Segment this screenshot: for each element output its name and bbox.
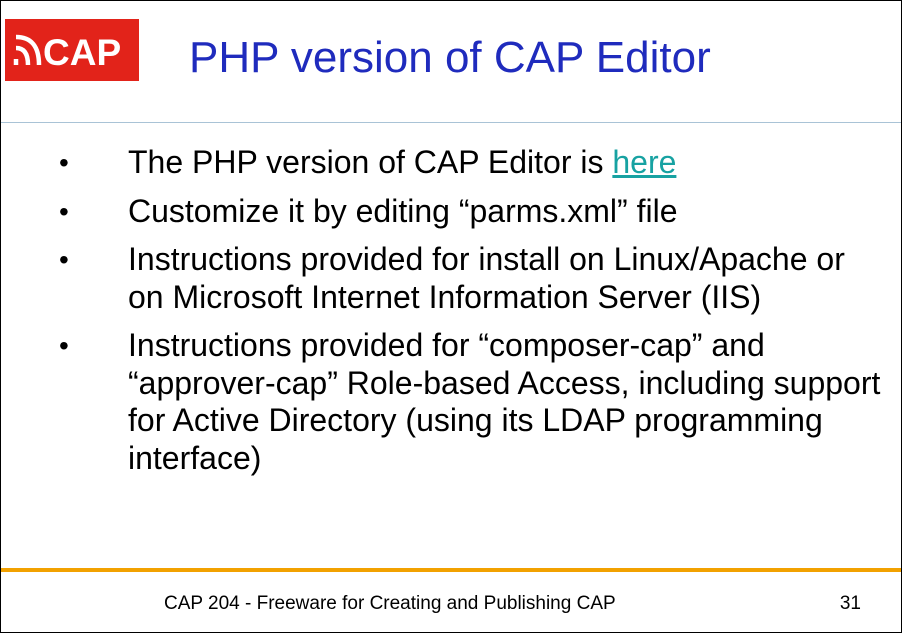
slide: CAP PHP version of CAP Editor • The PHP v… bbox=[0, 0, 902, 633]
logo-text: CAP bbox=[43, 32, 121, 73]
bullet-text: Customize it by editing “parms.xml” file bbox=[128, 192, 678, 229]
title-divider bbox=[1, 122, 901, 123]
bullet-text: The PHP version of CAP Editor is bbox=[128, 144, 613, 180]
bullet-dot: • bbox=[59, 330, 69, 361]
page-number: 31 bbox=[839, 593, 861, 614]
bullet-item: • Instructions provided for install on Li… bbox=[51, 241, 881, 316]
footer-divider bbox=[1, 568, 901, 572]
cap-logo: CAP bbox=[5, 19, 139, 81]
bullet-item: • The PHP version of CAP Editor is here bbox=[51, 144, 881, 182]
bullet-dot: • bbox=[59, 244, 69, 275]
bullet-item: • Instructions provided for “composer-cap… bbox=[51, 327, 881, 477]
bullet-text: Instructions provided for install on Lin… bbox=[128, 241, 845, 315]
footer-text: CAP 204 - Freeware for Creating and Publ… bbox=[164, 593, 616, 614]
bullet-list: • The PHP version of CAP Editor is here •… bbox=[51, 144, 881, 488]
bullet-text: Instructions provided for “composer-cap”… bbox=[128, 327, 881, 476]
broadcast-waves-icon: CAP bbox=[13, 32, 121, 73]
bullet-dot: • bbox=[59, 147, 69, 178]
bullet-item: • Customize it by editing “parms.xml” fil… bbox=[51, 193, 881, 231]
slide-title: PHP version of CAP Editor bbox=[189, 33, 711, 82]
bullet-dot: • bbox=[59, 195, 69, 227]
here-link[interactable]: here bbox=[612, 144, 676, 180]
